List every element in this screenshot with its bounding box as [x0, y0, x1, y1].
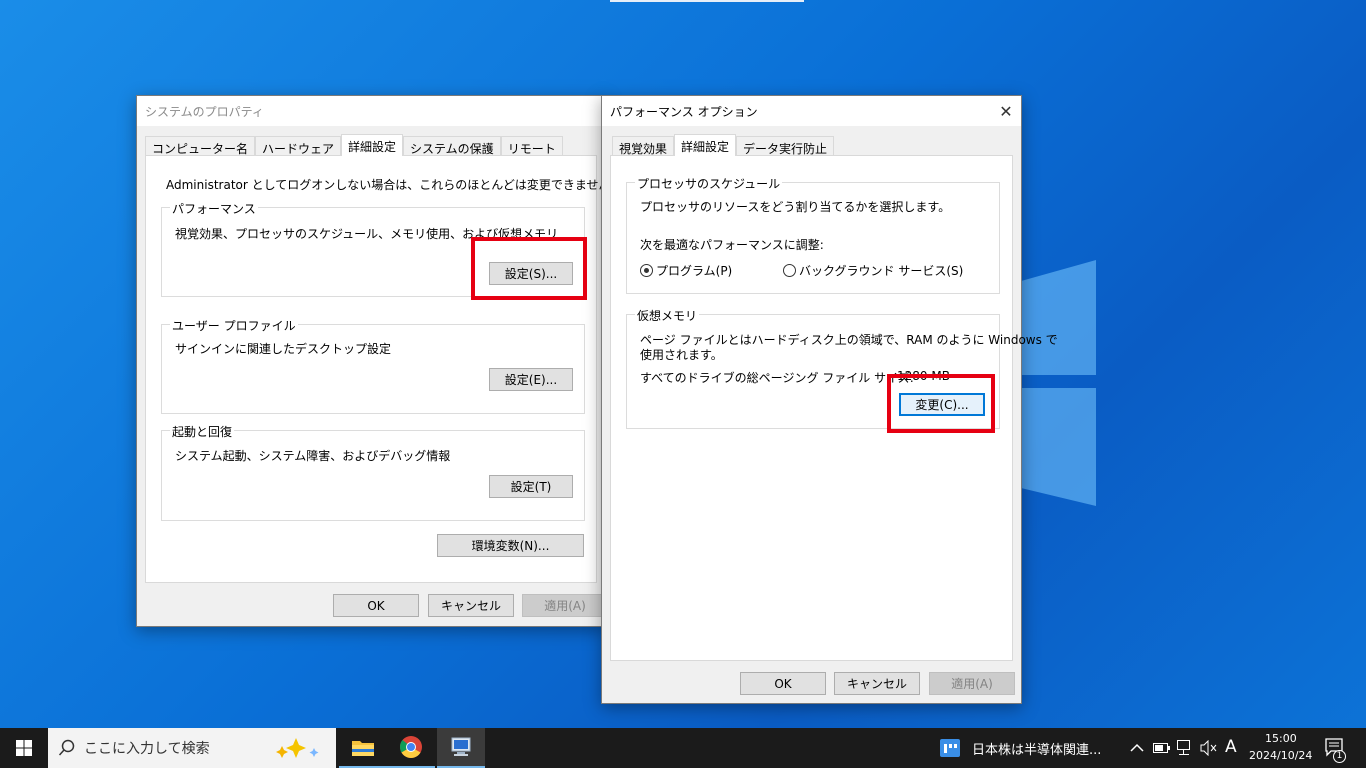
- user-profile-settings-button[interactable]: 設定(E)...: [489, 368, 573, 391]
- environment-variables-button[interactable]: 環境変数(N)...: [437, 534, 584, 557]
- taskbar-search-box[interactable]: ここに入力して検索: [48, 728, 336, 768]
- startup-settings-button[interactable]: 設定(T): [489, 475, 573, 498]
- chrome-taskbar-button[interactable]: [387, 728, 435, 768]
- volume-muted-icon[interactable]: [1200, 740, 1218, 756]
- paging-total-label: すべてのドライブの総ページング ファイル サイズ:: [640, 371, 914, 385]
- chevron-up-icon[interactable]: [1130, 743, 1144, 753]
- tab-computer-name[interactable]: コンピューター名: [145, 136, 256, 156]
- search-icon: [58, 739, 75, 756]
- chrome-icon: [400, 736, 422, 758]
- notification-count-badge: 1: [1333, 750, 1346, 763]
- tab-strip: コンピューター名 ハードウェア 詳細設定 システムの保護 リモート: [145, 134, 563, 156]
- computer-icon: [451, 737, 471, 756]
- sparkle-icon: [276, 738, 319, 758]
- apply-button[interactable]: 適用(A): [929, 672, 1015, 695]
- tab-system-protection[interactable]: システムの保護: [403, 136, 501, 156]
- desktop-top-strip: [610, 0, 804, 2]
- ok-button[interactable]: OK: [740, 672, 826, 695]
- ime-indicator[interactable]: A: [1225, 737, 1237, 757]
- system-properties-window: システムのプロパティ コンピューター名 ハードウェア 詳細設定 システムの保護 …: [136, 95, 623, 627]
- scheduling-desc: プロセッサのリソースをどう割り当てるかを選択します。: [640, 200, 951, 214]
- ok-button[interactable]: OK: [333, 594, 419, 617]
- background-services-radio-label: バックグラウンド サービス(S): [799, 264, 964, 278]
- startup-recovery-desc: システム起動、システム障害、およびデバッグ情報: [175, 449, 451, 463]
- apply-button[interactable]: 適用(A): [522, 594, 608, 617]
- tab-advanced[interactable]: 詳細設定: [341, 134, 404, 156]
- cancel-button[interactable]: キャンセル: [834, 672, 920, 695]
- radio-dot: [783, 264, 796, 277]
- highlight-box: [471, 237, 587, 300]
- tab-dep[interactable]: データ実行防止: [736, 136, 835, 156]
- virtual-memory-desc-line2: 使用されます。: [640, 348, 723, 362]
- system-properties-taskbar-button[interactable]: [437, 728, 485, 768]
- tab-strip: 視覚効果 詳細設定 データ実行防止: [612, 134, 835, 156]
- programs-radio[interactable]: プログラム(P): [640, 262, 732, 279]
- folder-icon: [352, 741, 374, 756]
- tab-visual-effects[interactable]: 視覚効果: [612, 136, 675, 156]
- startup-recovery-group: 起動と回復 システム起動、システム障害、およびデバッグ情報 設定(T): [161, 423, 585, 521]
- advanced-tab-panel: Administrator としてログオンしない場合は、これらのほとんどは変更で…: [145, 155, 623, 583]
- admin-notice: Administrator としてログオンしない場合は、これらのほとんどは変更で…: [166, 178, 623, 192]
- start-button[interactable]: [0, 728, 48, 768]
- clock-time[interactable]: 15:00: [1265, 732, 1297, 745]
- adjust-label: 次を最適なパフォーマンスに調整:: [640, 238, 824, 252]
- tab-remote[interactable]: リモート: [500, 136, 563, 156]
- search-placeholder: ここに入力して検索: [84, 741, 210, 757]
- news-widget-icon: [940, 739, 960, 757]
- startup-recovery-label: 起動と回復: [170, 423, 235, 440]
- battery-icon[interactable]: [1153, 743, 1171, 753]
- taskbar: ここに入力して検索 日本株は半導体関連... A 15:00 2024/10/2…: [0, 728, 1366, 768]
- user-profile-label: ユーザー プロファイル: [170, 317, 298, 334]
- performance-label: パフォーマンス: [170, 200, 258, 217]
- file-explorer-taskbar-button[interactable]: [339, 728, 387, 768]
- programs-radio-label: プログラム(P): [656, 264, 733, 278]
- virtual-memory-label: 仮想メモリ: [635, 307, 700, 324]
- processor-scheduling-group: プロセッサのスケジュール プロセッサのリソースをどう割り当てるかを選択します。 …: [626, 175, 1000, 294]
- processor-scheduling-label: プロセッサのスケジュール: [635, 175, 783, 192]
- dialog-body: コンピューター名 ハードウェア 詳細設定 システムの保護 リモート Admini…: [137, 126, 623, 626]
- window-title: システムのプロパティ: [145, 104, 264, 119]
- windows-start-icon: [16, 740, 32, 756]
- tab-advanced[interactable]: 詳細設定: [674, 134, 737, 156]
- clock-date[interactable]: 2024/10/24: [1249, 749, 1312, 762]
- user-profile-desc: サインインに関連したデスクトップ設定: [175, 342, 392, 356]
- window-title: パフォーマンス オプション: [610, 104, 758, 119]
- tab-hardware[interactable]: ハードウェア: [255, 136, 342, 156]
- cancel-button[interactable]: キャンセル: [428, 594, 514, 617]
- radio-dot: [640, 264, 653, 277]
- background-services-radio[interactable]: バックグラウンド サービス(S): [783, 262, 963, 279]
- user-profile-group: ユーザー プロファイル サインインに関連したデスクトップ設定 設定(E)...: [161, 317, 585, 414]
- windows-logo-pane: [1022, 260, 1096, 375]
- close-icon[interactable]: ✕: [991, 96, 1021, 126]
- network-icon[interactable]: [1177, 740, 1195, 756]
- news-widget-text[interactable]: 日本株は半導体関連...: [972, 739, 1101, 758]
- windows-logo-pane: [1022, 388, 1096, 506]
- highlight-box: [887, 374, 995, 433]
